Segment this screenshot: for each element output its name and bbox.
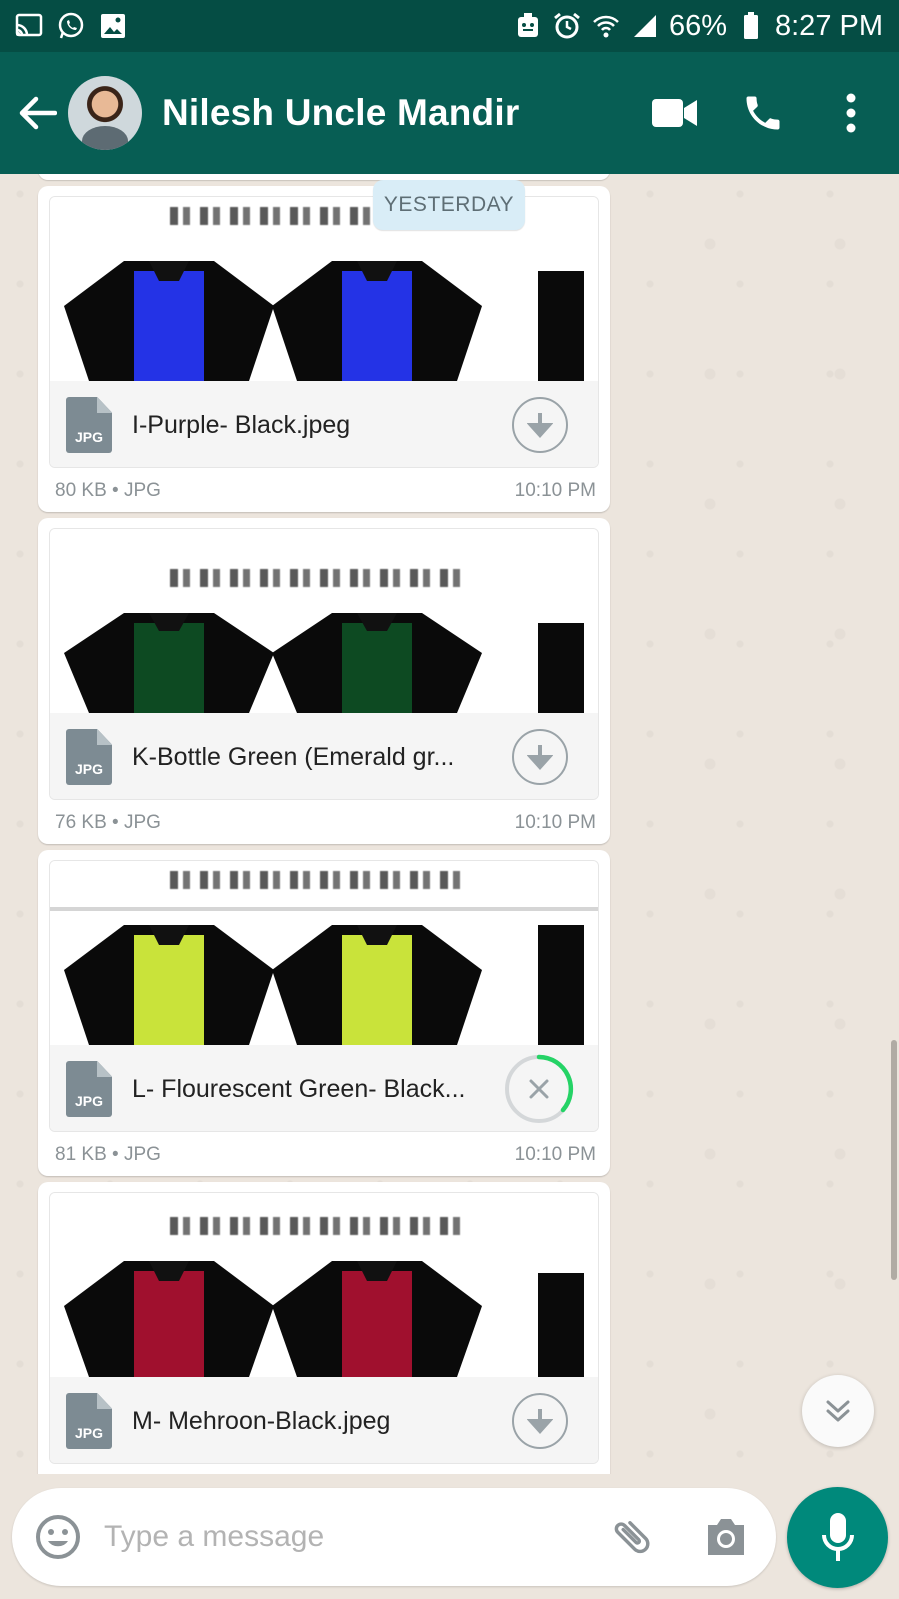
chat-messages[interactable]: YESTERDAY JPG I-Purple- Black.jpeg 80 KB… — [0, 174, 899, 1474]
arrow-left-icon — [19, 96, 57, 130]
microphone-icon — [821, 1512, 854, 1561]
jpg-file-icon: JPG — [66, 397, 112, 453]
image-preview — [50, 861, 598, 1045]
voice-call-icon — [746, 96, 780, 130]
message-composer — [12, 1488, 776, 1586]
message-time: 10:10 PM — [514, 812, 596, 833]
contact-name[interactable]: Nilesh Uncle Mandir — [162, 92, 645, 134]
shirt-image — [538, 925, 584, 1045]
voice-message-button[interactable] — [787, 1487, 888, 1588]
download-progress-icon — [505, 1054, 574, 1123]
file-name: M- Mehroon-Black.jpeg — [132, 1406, 391, 1435]
message-time: 10:10 PM — [514, 1144, 596, 1165]
image-preview — [50, 1193, 598, 1377]
shirt-image — [272, 1261, 482, 1377]
chat-header: Nilesh Uncle Mandir — [0, 52, 899, 174]
file-meta: 80 KB • JPG — [55, 480, 161, 501]
jpg-file-icon: JPG — [66, 729, 112, 785]
preview-title — [170, 871, 470, 889]
double-chevron-down-icon — [826, 1400, 850, 1422]
download-arrow-icon — [527, 413, 553, 438]
shirt-image — [272, 925, 482, 1045]
file-name: L- Flourescent Green- Black... — [132, 1074, 466, 1103]
document-card[interactable]: JPG K-Bottle Green (Emerald gr... — [49, 528, 599, 800]
document-card[interactable]: JPG L- Flourescent Green- Black... — [49, 860, 599, 1132]
shirt-image — [538, 1273, 584, 1377]
emoji-button[interactable] — [34, 1513, 82, 1561]
jpg-file-icon: JPG — [66, 1061, 112, 1117]
shirt-image — [64, 925, 274, 1045]
wifi-icon — [591, 11, 621, 41]
download-button[interactable] — [512, 729, 568, 785]
camera-icon — [708, 1519, 744, 1555]
file-meta: 81 KB • JPG — [55, 1144, 161, 1165]
file-name: I-Purple- Black.jpeg — [132, 410, 351, 439]
shirt-image — [64, 613, 274, 713]
more-options-icon — [846, 93, 856, 133]
file-meta: 76 KB • JPG — [55, 812, 161, 833]
document-card[interactable]: JPG M- Mehroon-Black.jpeg — [49, 1192, 599, 1464]
attach-button[interactable] — [606, 1511, 658, 1563]
status-time: 8:27 PM — [775, 9, 883, 42]
date-chip: YESTERDAY — [373, 180, 525, 230]
video-call-button[interactable] — [645, 83, 705, 143]
shirt-image — [538, 271, 584, 381]
video-call-icon — [652, 99, 697, 127]
alarm-icon — [552, 11, 582, 41]
message-input[interactable] — [104, 1520, 606, 1554]
cancel-download-button[interactable] — [504, 1054, 574, 1124]
file-name: K-Bottle Green (Emerald gr... — [132, 742, 455, 771]
shirt-image — [64, 1261, 274, 1377]
message-bubble[interactable]: JPG K-Bottle Green (Emerald gr... 76 KB … — [38, 518, 610, 844]
cast-icon — [14, 11, 44, 41]
image-preview — [50, 529, 598, 713]
more-options-button[interactable] — [821, 83, 881, 143]
file-row[interactable]: JPG L- Flourescent Green- Black... — [50, 1045, 598, 1131]
battery-icon — [736, 11, 766, 41]
shirt-image — [64, 261, 274, 381]
signal-icon — [630, 11, 660, 41]
back-button[interactable] — [12, 83, 64, 143]
download-button[interactable] — [512, 1393, 568, 1449]
camera-button[interactable] — [700, 1511, 752, 1563]
message-bubble[interactable]: JPG L- Flourescent Green- Black... 81 KB… — [38, 850, 610, 1176]
preview-title — [170, 1217, 470, 1235]
avatar[interactable] — [68, 76, 142, 150]
file-row[interactable]: JPG I-Purple- Black.jpeg — [50, 381, 598, 467]
shirt-image — [272, 613, 482, 713]
download-arrow-icon — [527, 745, 553, 770]
message-time: 10:10 PM — [514, 480, 596, 501]
download-button[interactable] — [512, 397, 568, 453]
message-bubble[interactable]: JPG M- Mehroon-Black.jpeg — [38, 1182, 610, 1474]
whatsapp-icon — [56, 11, 86, 41]
scrollbar-thumb[interactable] — [891, 1040, 897, 1280]
shirt-image — [538, 623, 584, 713]
gallery-icon — [98, 11, 128, 41]
face-icon — [513, 11, 543, 41]
file-row[interactable]: JPG M- Mehroon-Black.jpeg — [50, 1377, 598, 1463]
battery-level: 66% — [668, 9, 727, 42]
scroll-to-bottom-button[interactable] — [802, 1375, 874, 1447]
paperclip-icon — [614, 1521, 650, 1554]
document-card[interactable]: JPG I-Purple- Black.jpeg — [49, 196, 599, 468]
preview-title — [170, 569, 470, 587]
download-arrow-icon — [527, 1409, 553, 1434]
message-bubble[interactable]: JPG I-Purple- Black.jpeg 80 KB • JPG 10:… — [38, 186, 610, 512]
status-bar: 66% 8:27 PM — [0, 0, 899, 52]
emoji-icon — [36, 1515, 80, 1559]
file-row[interactable]: JPG K-Bottle Green (Emerald gr... — [50, 713, 598, 799]
voice-call-button[interactable] — [733, 83, 793, 143]
shirt-image — [272, 261, 482, 381]
jpg-file-icon: JPG — [66, 1393, 112, 1449]
previous-message-bubble — [38, 174, 610, 180]
